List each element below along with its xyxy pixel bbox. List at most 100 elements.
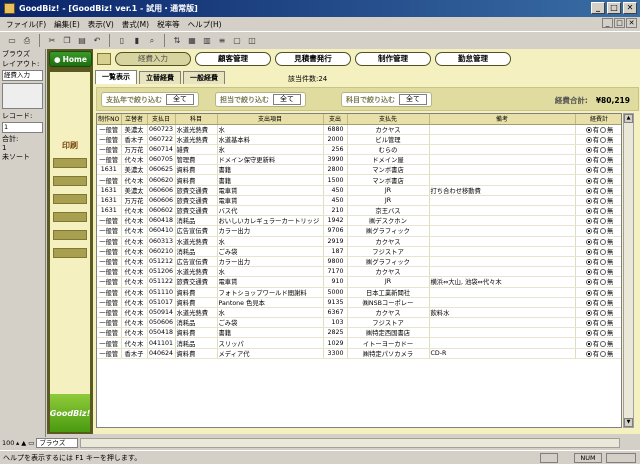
table-cell[interactable]	[429, 287, 576, 298]
table-cell[interactable]: 書籍	[217, 174, 324, 186]
table-cell[interactable]: 060410	[147, 225, 176, 237]
nav-expense-entry[interactable]: 経費入力	[115, 51, 191, 66]
delete-record-icon[interactable]: ▮	[131, 35, 143, 47]
paid-radio[interactable]	[600, 320, 606, 327]
form-icon[interactable]: ▢	[231, 35, 243, 47]
table-cell[interactable]: 代々木	[121, 307, 148, 319]
table-cell[interactable]: 代々木	[121, 266, 148, 278]
table-cell[interactable]: 一般管	[97, 307, 122, 319]
table-cell[interactable]: 消耗品	[175, 246, 218, 257]
table-cell[interactable]: JR	[347, 185, 430, 196]
table-cell[interactable]	[429, 174, 576, 186]
col-note[interactable]: 備考	[429, 114, 576, 125]
mdi-restore-button[interactable]: □	[614, 18, 625, 28]
table-row[interactable]: 一般管 代々木 060418 消耗品 おいしいカレギュラーカートリッジ 1942 ㈱デスクホ…	[97, 215, 621, 227]
table-cell[interactable]: 代々木	[121, 287, 148, 298]
table-cell[interactable]: 旅費交通費	[175, 185, 218, 196]
table-cell[interactable]: 一般管	[97, 174, 122, 186]
layout-select[interactable]: 経費入力	[2, 70, 43, 81]
table-cell[interactable]	[429, 225, 576, 237]
col-paid[interactable]: 経費計	[575, 114, 621, 125]
table-icon[interactable]: ▥	[201, 35, 213, 47]
table-cell[interactable]: 3990	[323, 154, 348, 166]
mdi-minimize-button[interactable]: _	[602, 18, 613, 28]
table-cell[interactable]: 051206	[147, 266, 176, 278]
paid-radio[interactable]	[600, 157, 606, 164]
horizontal-scrollbar[interactable]	[80, 438, 621, 448]
table-cell[interactable]: 一般管	[97, 225, 122, 237]
col-amount[interactable]: 支出	[323, 114, 348, 125]
mode-select[interactable]: ブラウズ	[36, 438, 79, 448]
table-cell[interactable]: 美濃太	[121, 185, 148, 196]
table-cell[interactable]: 050418	[147, 327, 176, 339]
table-row[interactable]: 一般管 代々木 051110 資料費 フォトショップワールド間謝料 5000 日本工業新聞社…	[97, 287, 621, 298]
paid-radio[interactable]	[585, 269, 592, 276]
list-icon[interactable]: ≡	[216, 35, 228, 47]
table-row[interactable]: 一般管 万万花 060714 雑費氷 256 むらの 有無	[97, 144, 621, 156]
paid-radio[interactable]	[585, 126, 592, 133]
zoom-out-icon[interactable]: ▴	[16, 439, 19, 447]
copy-icon[interactable]: ❐	[61, 35, 73, 47]
table-cell[interactable]: 代々木	[121, 317, 148, 329]
paid-radio[interactable]	[585, 208, 592, 215]
table-cell[interactable]: 060620	[147, 174, 176, 186]
table-cell[interactable]: 051212	[147, 256, 176, 268]
table-row[interactable]: 一般管 香木子 060722 水道光熱費 水道基本料 2000 ビル管理 有無	[97, 134, 621, 145]
paid-radio[interactable]	[600, 248, 606, 255]
table-cell[interactable]: カクヤス	[347, 307, 430, 319]
paid-radio[interactable]	[585, 197, 592, 204]
table-cell[interactable]: 水道光熱費	[175, 124, 218, 135]
paste-icon[interactable]: ▤	[76, 35, 88, 47]
table-cell[interactable]: 代々木	[121, 276, 148, 288]
table-cell[interactable]: 資料費	[175, 164, 218, 176]
table-cell[interactable]: 消耗品	[175, 215, 218, 227]
table-cell[interactable]	[429, 154, 576, 166]
table-cell[interactable]: 消耗品	[175, 337, 218, 349]
table-cell[interactable]	[429, 215, 576, 227]
table-cell[interactable]: 040624	[147, 348, 176, 359]
table-cell[interactable]: 一般管	[97, 297, 122, 308]
table-row[interactable]: 一般管 香木子 040624 資料費 メディア代 3300 ㈱特定パソカメラ CD-R 有無	[97, 348, 621, 359]
table-cell[interactable]: 103	[323, 317, 348, 329]
paid-radio[interactable]	[585, 299, 592, 306]
table-cell[interactable]: 電車賃	[217, 276, 324, 288]
table-cell[interactable]: スリッパ	[217, 337, 324, 349]
paid-radio[interactable]	[585, 146, 592, 153]
table-cell[interactable]: 資料費	[175, 287, 218, 298]
table-row[interactable]: 一般管 代々木 060210 消耗品 ごみ袋 187 フジストア 有無	[97, 246, 621, 257]
table-cell[interactable]	[429, 236, 576, 247]
filter-year-select[interactable]: 全て	[166, 94, 194, 105]
table-cell[interactable]: 3300	[323, 348, 348, 359]
table-cell[interactable]: 一般管	[97, 144, 122, 156]
table-cell[interactable]: 一般管	[97, 327, 122, 339]
paid-radio[interactable]	[585, 136, 592, 143]
table-cell[interactable]: ㈱グラフィック	[347, 225, 430, 237]
table-row[interactable]: 一般管 代々木 060620 資料費 書籍 1500 マンボ書店 有無	[97, 174, 621, 186]
table-cell[interactable]: 051122	[147, 276, 176, 288]
table-cell[interactable]: カクヤス	[347, 266, 430, 278]
scroll-down-icon[interactable]: ▼	[624, 418, 633, 427]
table-cell[interactable]: 水	[217, 236, 324, 247]
table-row[interactable]: 1631 美濃太 060606 旅費交通費 電車賃 450 JR 打ち合わせ移動費有無	[97, 185, 621, 196]
paid-radio[interactable]	[585, 259, 592, 266]
table-row[interactable]: 1631 代々木 060602 旅費交通費 バス代 210 京王バス 有無	[97, 205, 621, 217]
table-cell[interactable]: 060313	[147, 236, 176, 247]
table-cell[interactable]: 資料費	[175, 174, 218, 186]
home-button[interactable]: ● Home	[49, 51, 92, 67]
table-cell[interactable]: ビル管理	[347, 134, 430, 145]
table-cell[interactable]: 管理費	[175, 154, 218, 166]
table-row[interactable]: 一般管 代々木 051017 資料費 Pantone 色見本 9135 ㈱NSBコーポレー 有…	[97, 297, 621, 308]
minimize-button[interactable]: _	[591, 2, 605, 14]
col-date[interactable]: 支払日	[147, 114, 176, 125]
paid-radio[interactable]	[600, 197, 606, 204]
zoom-level[interactable]: 100	[2, 439, 14, 447]
table-cell[interactable]	[429, 195, 576, 207]
table-cell[interactable]: 450	[323, 185, 348, 196]
table-cell[interactable]: 一般管	[97, 124, 122, 135]
print-button-4[interactable]	[53, 212, 87, 222]
nav-customer[interactable]: 顧客管理	[195, 51, 271, 66]
zoom-in-icon[interactable]: ▲	[21, 439, 26, 447]
paid-radio[interactable]	[585, 320, 592, 327]
table-cell[interactable]: 5000	[323, 287, 348, 298]
new-record-icon[interactable]: ▯	[116, 35, 128, 47]
